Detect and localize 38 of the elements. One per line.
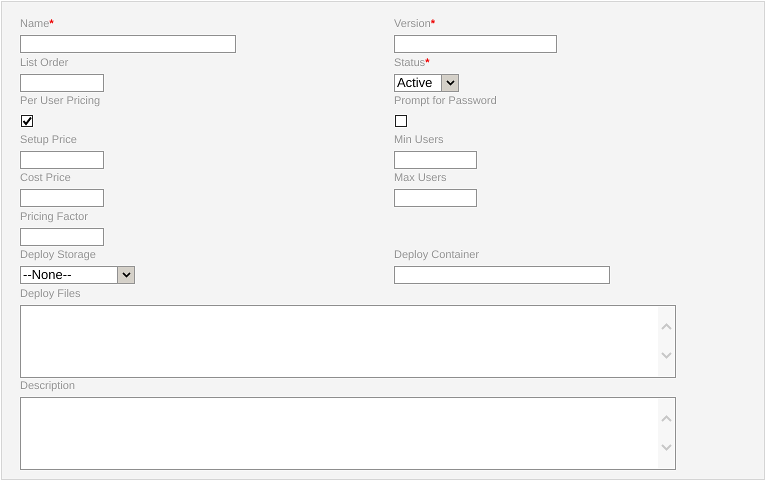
field-label: Min Users — [394, 134, 444, 148]
text-field[interactable] — [20, 189, 104, 207]
scroll-up-icon[interactable] — [661, 322, 672, 330]
scroll-down-icon[interactable] — [661, 444, 672, 452]
select-field[interactable]: Active — [394, 74, 459, 92]
field-label: Name* — [20, 18, 54, 32]
field-label: List Order — [20, 56, 68, 70]
text-field[interactable] — [394, 150, 477, 168]
scroll-up-icon[interactable] — [661, 414, 672, 422]
text-field[interactable] — [20, 35, 236, 53]
field-label: Deploy Container — [394, 249, 479, 263]
checkbox[interactable] — [395, 115, 407, 127]
text-field[interactable] — [20, 74, 104, 92]
text-field[interactable] — [394, 35, 557, 53]
select-field[interactable]: --None-- — [20, 266, 135, 284]
field-label: Cost Price — [20, 172, 71, 186]
field-label: Status* — [394, 56, 430, 70]
caret-icon — [117, 267, 134, 283]
checkbox[interactable] — [21, 115, 33, 127]
scroll-down-icon[interactable] — [661, 352, 672, 360]
scrollbar[interactable] — [658, 306, 675, 376]
field-label: Prompt for Password — [394, 95, 497, 109]
field-label: Max Users — [394, 172, 447, 186]
field-label: Deploy Storage — [20, 249, 96, 263]
field-label: Setup Price — [20, 134, 77, 148]
field-label: Description — [20, 380, 76, 394]
text-area[interactable] — [20, 304, 676, 378]
text-field[interactable] — [20, 228, 104, 246]
text-field[interactable] — [20, 150, 104, 168]
text-field[interactable] — [394, 189, 477, 207]
caret-icon — [441, 74, 458, 90]
text-field[interactable] — [394, 266, 610, 284]
field-label: Per User Pricing — [20, 95, 100, 109]
field-label: Pricing Factor — [20, 210, 88, 224]
text-area[interactable] — [20, 396, 676, 470]
field-label: Version* — [394, 18, 435, 32]
field-label: Deploy Files — [20, 288, 81, 302]
scrollbar[interactable] — [658, 398, 675, 468]
